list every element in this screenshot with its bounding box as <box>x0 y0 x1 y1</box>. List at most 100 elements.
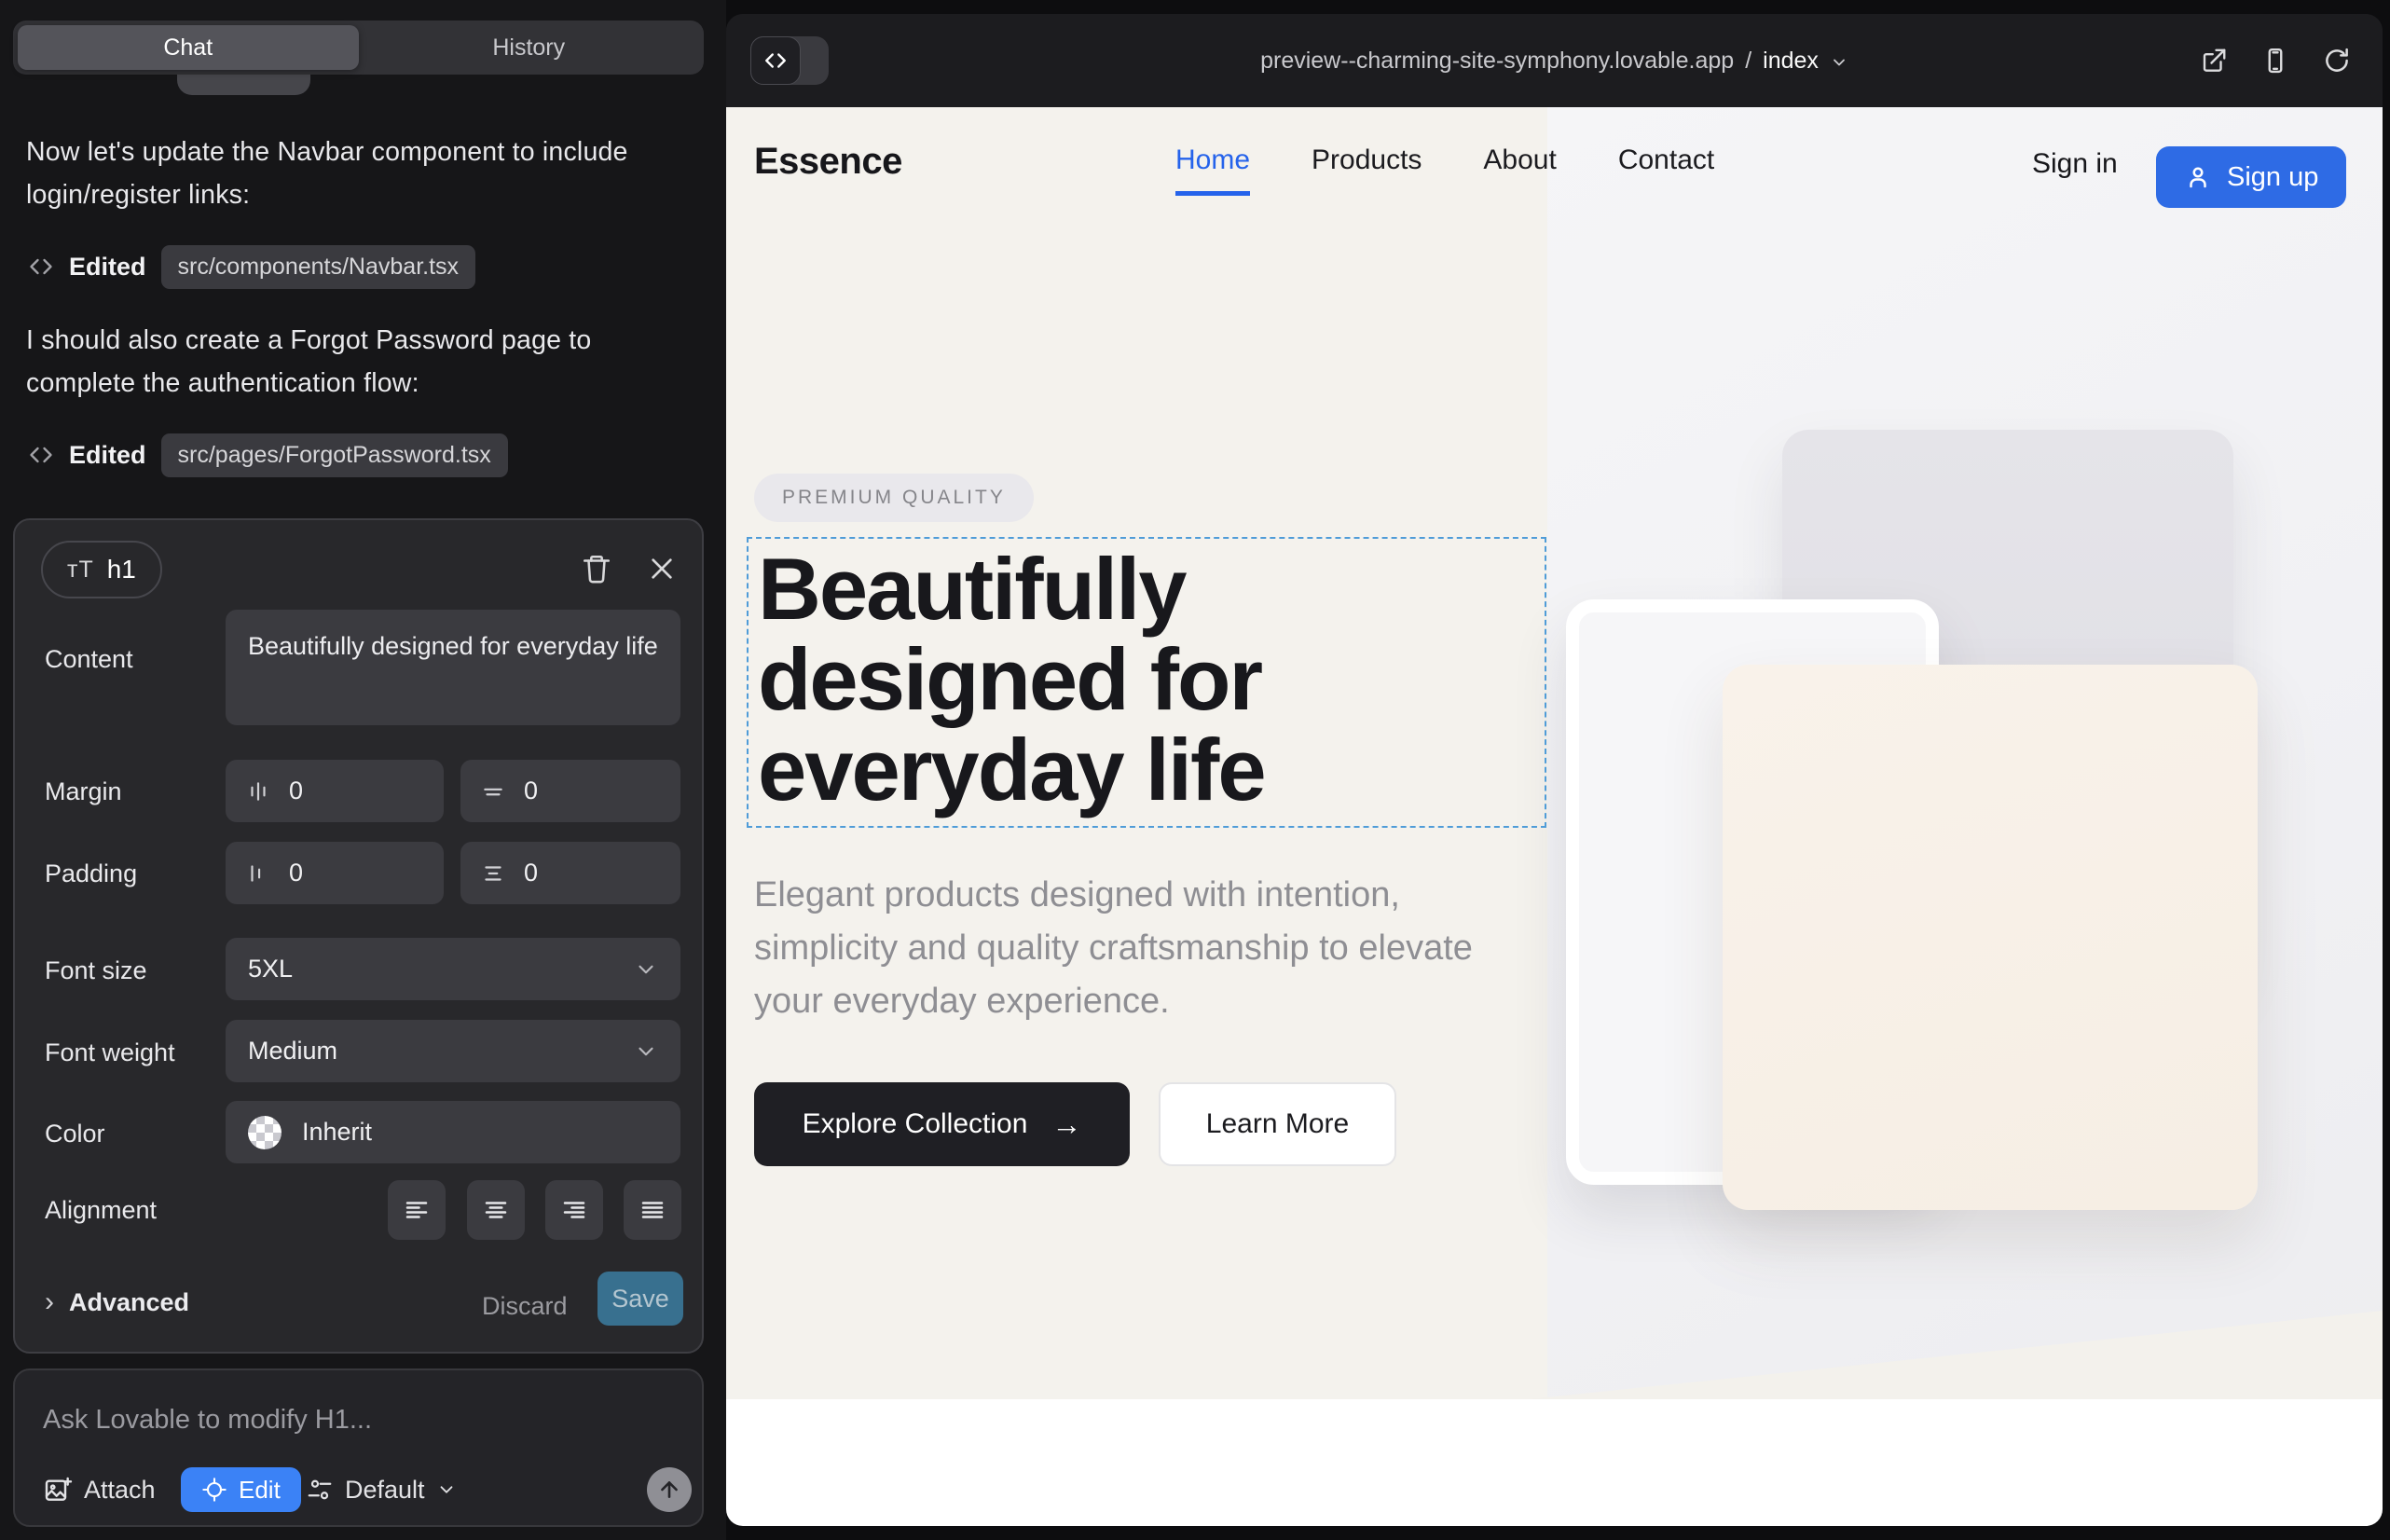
preview-frame: preview--charming-site-symphony.lovable.… <box>726 14 2383 1526</box>
tab-chat[interactable]: Chat <box>18 25 359 70</box>
user-icon <box>2184 163 2212 191</box>
composer-input[interactable] <box>43 1398 639 1441</box>
hero-headline[interactable]: Beautifully designed for everyday life <box>758 544 1504 815</box>
delete-element-button[interactable] <box>578 550 615 587</box>
content-field-label: Content <box>45 645 133 674</box>
nav-links: Home Products About Contact <box>1175 144 1714 196</box>
typography-icon: ᴛT <box>67 557 94 584</box>
nav-link-home[interactable]: Home <box>1175 144 1250 196</box>
learn-more-button[interactable]: Learn More <box>1159 1082 1396 1166</box>
padding-field-label: Padding <box>45 859 137 888</box>
assistant-message: I should also create a Forgot Password p… <box>26 319 684 405</box>
margin-y-value: 0 <box>524 777 538 805</box>
code-icon <box>28 254 54 280</box>
sign-in-link[interactable]: Sign in <box>2032 148 2118 180</box>
target-icon <box>201 1477 227 1503</box>
nav-link-contact[interactable]: Contact <box>1618 144 1714 196</box>
font-size-field-label: Font size <box>45 956 147 985</box>
attach-button[interactable]: Attach <box>43 1467 156 1512</box>
arrow-right-icon: → <box>1051 1107 1081 1142</box>
nav-link-products[interactable]: Products <box>1312 144 1422 196</box>
premium-quality-badge: PREMIUM QUALITY <box>754 474 1034 522</box>
align-right-button[interactable] <box>545 1180 603 1240</box>
font-weight-select[interactable]: Medium <box>226 1020 680 1082</box>
code-icon <box>28 442 54 468</box>
align-center-button[interactable] <box>467 1180 525 1240</box>
preview-route: index <box>1763 48 1819 75</box>
site-canvas: Essence Home Products About Contact Sign… <box>726 107 2383 1526</box>
sidebar-tabbar: Chat History <box>13 21 704 75</box>
chevron-down-icon <box>634 957 658 982</box>
margin-y-input[interactable]: 0 <box>460 760 680 822</box>
open-external-button[interactable] <box>2200 47 2228 75</box>
mode-label: Default <box>345 1476 425 1505</box>
element-editor-panel: ᴛT h1 Content Beautifully designed for e… <box>13 518 704 1354</box>
color-picker[interactable]: Inherit <box>226 1101 680 1163</box>
h1-selection-outline[interactable]: Beautifully designed for everyday life <box>747 537 1546 828</box>
file-path-pill[interactable]: src/components/Navbar.tsx <box>161 245 476 289</box>
chevron-down-icon <box>1830 53 1848 72</box>
color-swatch-transparent <box>248 1116 282 1149</box>
align-left-button[interactable] <box>388 1180 446 1240</box>
margin-x-input[interactable]: 0 <box>226 760 444 822</box>
site-navbar: Essence Home Products About Contact Sign… <box>726 107 2383 221</box>
mode-selector[interactable]: Default <box>306 1467 457 1512</box>
decor-card-beige <box>1723 665 2258 1210</box>
explore-collection-button[interactable]: Explore Collection → <box>754 1082 1130 1166</box>
color-field-label: Color <box>45 1120 105 1148</box>
attach-label: Attach <box>84 1476 156 1505</box>
chevron-down-icon <box>634 1039 658 1064</box>
nav-link-about[interactable]: About <box>1483 144 1556 196</box>
element-tag-label: h1 <box>107 555 136 584</box>
edited-label: Edited <box>69 441 146 470</box>
margin-field-label: Margin <box>45 777 122 806</box>
advanced-label: Advanced <box>69 1288 189 1317</box>
truncated-badge <box>177 75 310 95</box>
font-weight-value: Medium <box>248 1037 337 1066</box>
padding-x-value: 0 <box>289 859 303 887</box>
sliders-icon <box>306 1476 334 1504</box>
padding-y-input[interactable]: 0 <box>460 842 680 904</box>
sign-up-label: Sign up <box>2227 162 2318 193</box>
chevron-right-icon: › <box>45 1286 54 1318</box>
padding-x-input[interactable]: 0 <box>226 842 444 904</box>
arrow-up-icon <box>657 1478 681 1502</box>
close-panel-button[interactable] <box>643 550 680 587</box>
chat-sidebar: Chat History Now let's update the Navbar… <box>0 0 726 1540</box>
tab-history[interactable]: History <box>359 25 700 70</box>
hero-subtext: Elegant products designed with intention… <box>754 869 1490 1028</box>
sign-up-button[interactable]: Sign up <box>2156 146 2346 208</box>
padding-y-value: 0 <box>524 859 538 887</box>
edited-file-row[interactable]: Edited src/components/Navbar.tsx <box>28 244 475 289</box>
alignment-field-label: Alignment <box>45 1196 157 1225</box>
discard-button[interactable]: Discard <box>482 1292 568 1321</box>
edited-label: Edited <box>69 253 146 282</box>
font-weight-field-label: Font weight <box>45 1038 175 1067</box>
edit-mode-button[interactable]: Edit <box>181 1467 301 1512</box>
color-value: Inherit <box>302 1118 372 1147</box>
chevron-down-icon <box>436 1479 457 1500</box>
url-separator: / <box>1745 48 1751 75</box>
assistant-message: Now let's update the Navbar component to… <box>26 131 684 216</box>
site-logo[interactable]: Essence <box>754 141 902 183</box>
send-button[interactable] <box>647 1467 692 1512</box>
content-textarea[interactable]: Beautifully designed for everyday life <box>226 610 680 725</box>
edit-label: Edit <box>239 1476 281 1505</box>
refresh-button[interactable] <box>2323 47 2351 75</box>
selected-element-badge[interactable]: ᴛT h1 <box>41 541 162 598</box>
font-size-select[interactable]: 5XL <box>226 938 680 1000</box>
edited-file-row[interactable]: Edited src/pages/ForgotPassword.tsx <box>28 433 508 477</box>
font-size-value: 5XL <box>248 955 293 983</box>
advanced-toggle[interactable]: › Advanced <box>45 1286 189 1318</box>
explore-collection-label: Explore Collection <box>803 1108 1028 1140</box>
mobile-view-button[interactable] <box>2261 47 2289 75</box>
save-button[interactable]: Save <box>598 1272 683 1326</box>
file-path-pill[interactable]: src/pages/ForgotPassword.tsx <box>161 433 508 477</box>
align-justify-button[interactable] <box>624 1180 681 1240</box>
margin-x-value: 0 <box>289 777 303 805</box>
lovable-app: Chat History Now let's update the Navbar… <box>0 0 2390 1540</box>
chat-composer: Attach Edit Default <box>13 1368 704 1527</box>
preview-toolbar: preview--charming-site-symphony.lovable.… <box>726 14 2383 107</box>
preview-domain: preview--charming-site-symphony.lovable.… <box>1260 48 1734 75</box>
url-bar[interactable]: preview--charming-site-symphony.lovable.… <box>726 14 2383 107</box>
